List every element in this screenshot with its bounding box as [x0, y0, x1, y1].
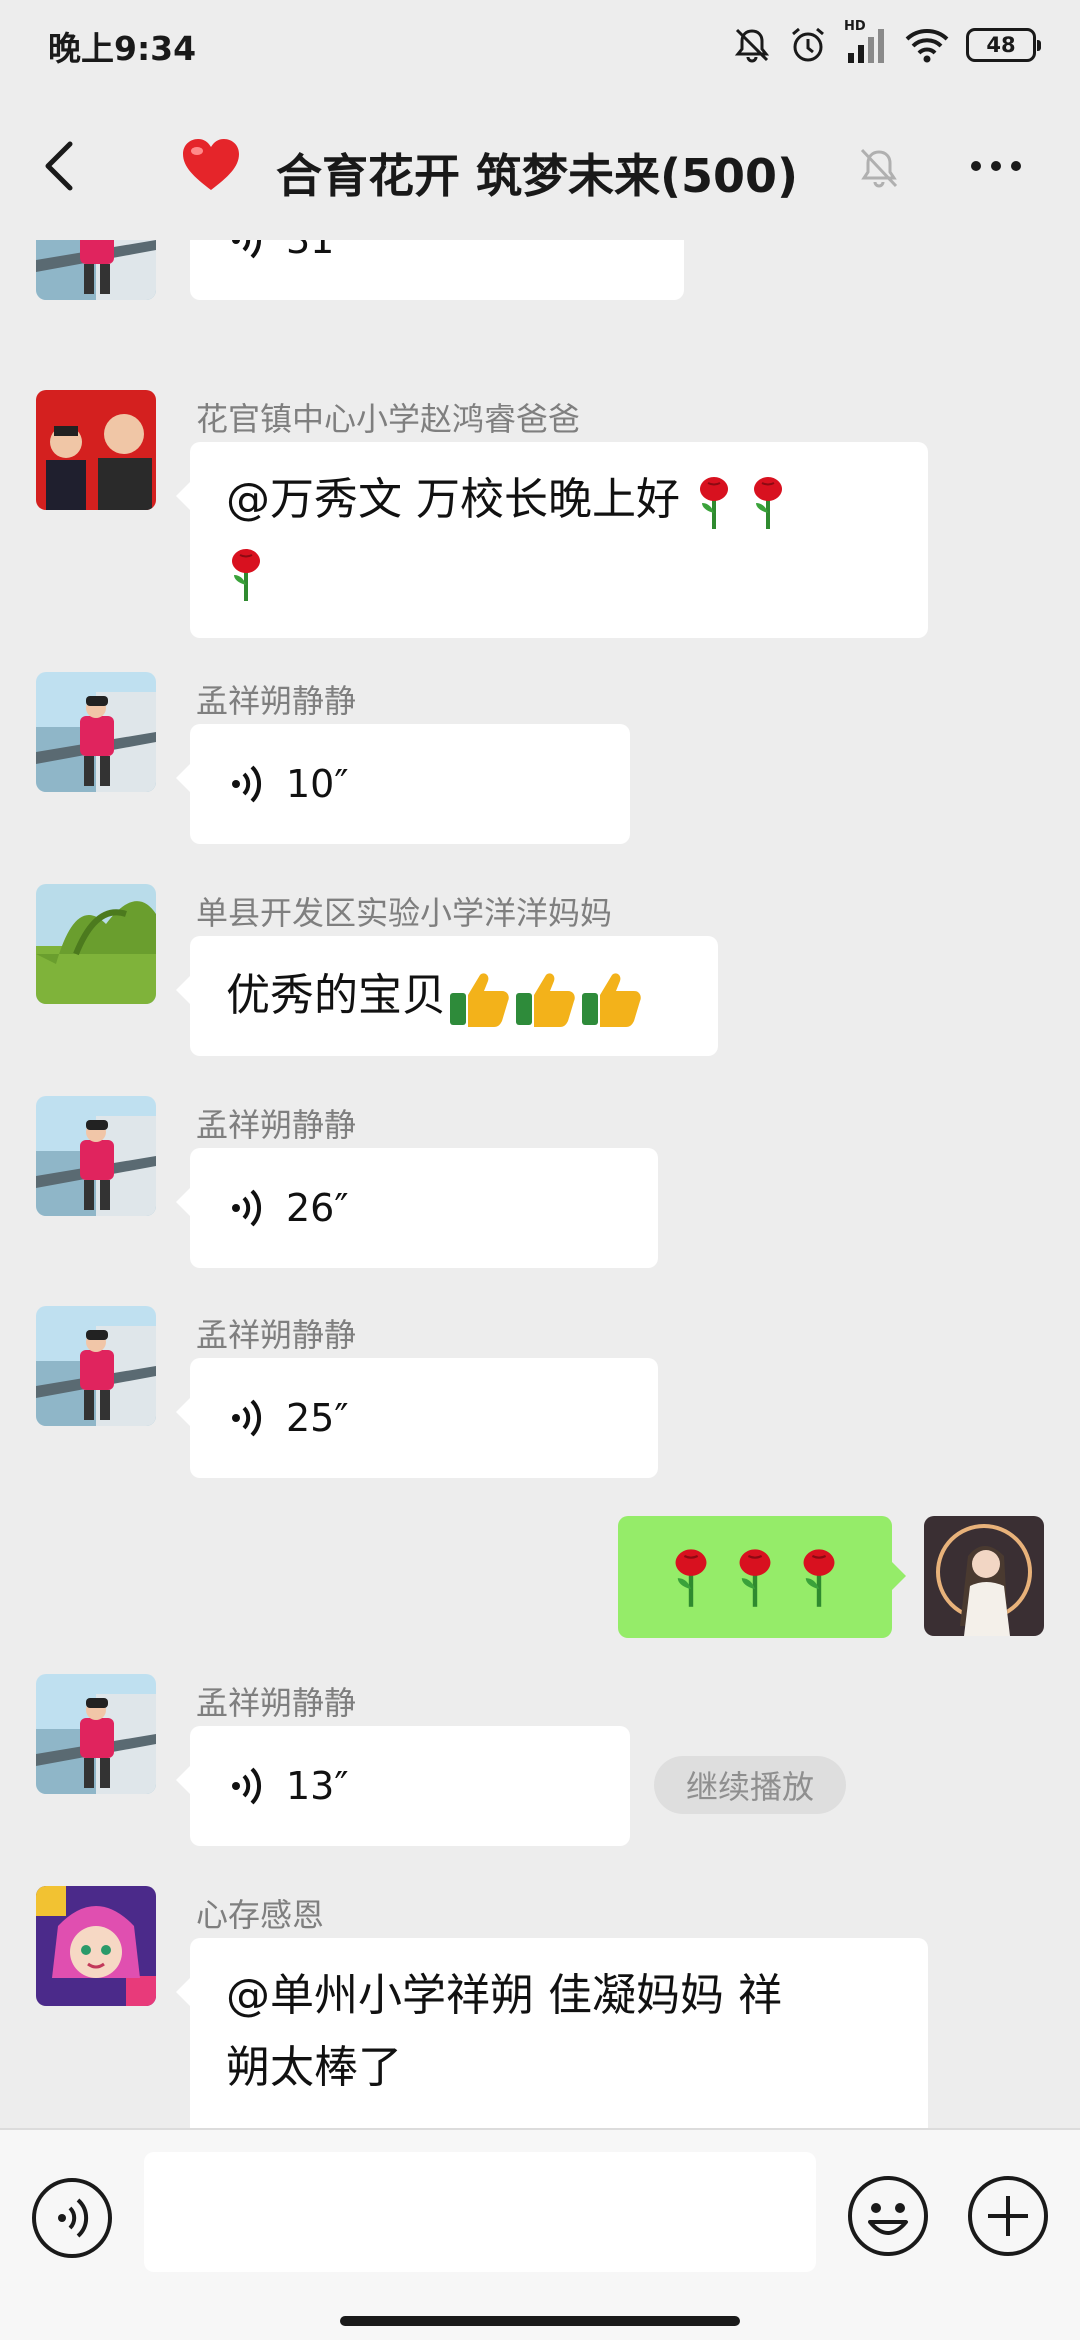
avatar[interactable]	[36, 1096, 156, 1216]
mute-bell-icon	[860, 148, 898, 188]
voice-duration: 13″	[286, 1764, 349, 1808]
sender-name: 孟祥朔静静	[196, 1684, 357, 1722]
voice-toggle-icon[interactable]	[30, 2176, 114, 2260]
voice-wave-icon	[232, 1767, 262, 1805]
voice-wave-icon	[232, 240, 262, 259]
text-message-bubble[interactable]: 优秀的宝贝	[176, 936, 718, 1056]
status-time: 晚上9:34	[48, 29, 197, 68]
voice-message-bubble[interactable]: 26″	[176, 1148, 658, 1268]
sender-name: 心存感恩	[196, 1896, 325, 1934]
voice-duration: 31″	[286, 240, 349, 262]
continue-play-button[interactable]: 继续播放	[654, 1756, 846, 1814]
voice-message-bubble[interactable]: 10″	[176, 724, 630, 844]
alarm-icon	[788, 25, 828, 65]
rose-emoji-icon	[748, 474, 788, 529]
sender-name: 孟祥朔静静	[196, 682, 357, 720]
sender-name: 孟祥朔静静	[196, 1316, 357, 1354]
back-icon[interactable]	[38, 136, 82, 196]
voice-message-bubble[interactable]: 13″	[176, 1726, 630, 1846]
mute-notification-icon	[732, 25, 772, 65]
thumbs-up-emoji-icon	[448, 960, 512, 1032]
message-text-line2: 朔太棒了	[226, 2042, 402, 2093]
avatar[interactable]	[36, 884, 156, 1004]
hd-label: HD	[844, 19, 866, 34]
plus-icon[interactable]	[966, 2174, 1050, 2258]
signal-icon: HD	[844, 19, 888, 65]
avatar[interactable]	[36, 1674, 156, 1794]
avatar[interactable]	[36, 1886, 156, 2006]
thumbs-up-emoji-icon	[580, 960, 644, 1032]
home-indicator[interactable]	[340, 2316, 740, 2326]
more-icon[interactable]	[968, 158, 1024, 174]
message-text: 优秀的宝贝	[226, 970, 446, 1021]
rose-emoji-icon	[732, 1545, 778, 1609]
rose-emoji-icon	[796, 1545, 842, 1609]
my-avatar[interactable]	[924, 1516, 1044, 1636]
avatar[interactable]	[36, 390, 156, 510]
avatar[interactable]	[36, 672, 156, 792]
my-message-bubble[interactable]	[618, 1516, 906, 1638]
sender-name: 单县开发区实验小学洋洋妈妈	[196, 894, 613, 932]
avatar[interactable]	[36, 240, 156, 300]
heart-icon	[183, 139, 239, 190]
voice-message-bubble[interactable]: 31″	[190, 240, 684, 300]
rose-emoji-icon	[694, 474, 734, 529]
battery-icon: 48	[966, 28, 1041, 62]
emoji-icon[interactable]	[846, 2174, 930, 2258]
message-text: @万秀文 万校长晚上好	[226, 474, 680, 525]
status-icons: HD 48	[732, 19, 1041, 68]
avatar[interactable]	[36, 1306, 156, 1426]
battery-level: 48	[986, 33, 1016, 57]
message-text-line1: @单州小学祥朔 佳凝妈妈 祥	[226, 1970, 782, 2021]
voice-wave-icon	[232, 1399, 262, 1437]
sender-name: 孟祥朔静静	[196, 1106, 357, 1144]
status-bar: 晚上9:34 HD 48	[0, 0, 1080, 92]
thumbs-up-emoji-icon	[514, 960, 578, 1032]
sender-name: 花官镇中心小学赵鸿睿爸爸	[196, 400, 581, 438]
chat-messages[interactable]: 31″ 花官镇中心小学赵鸿睿爸爸 @万秀文 万校长晚上好 孟祥朔静静 10″ 单…	[0, 240, 1080, 2128]
text-message-bubble[interactable]: @万秀文 万校长晚上好	[176, 442, 928, 638]
input-bar	[0, 2128, 1080, 2340]
voice-wave-icon	[232, 1189, 262, 1227]
voice-wave-icon	[232, 765, 262, 803]
voice-message-bubble[interactable]: 25″	[176, 1358, 658, 1478]
voice-duration: 10″	[286, 762, 349, 806]
page-title: 合育花开 筑梦未来(500)	[276, 149, 799, 203]
rose-emoji-icon	[226, 546, 266, 601]
rose-emoji-icon	[668, 1545, 714, 1609]
wifi-icon	[904, 25, 950, 65]
voice-duration: 26″	[286, 1186, 349, 1230]
text-message-bubble[interactable]: @单州小学祥朔 佳凝妈妈 祥 朔太棒了	[176, 1938, 928, 2128]
chat-header: 合育花开 筑梦未来(500)	[0, 92, 1080, 240]
voice-duration: 25″	[286, 1396, 349, 1440]
message-input[interactable]	[144, 2152, 816, 2272]
